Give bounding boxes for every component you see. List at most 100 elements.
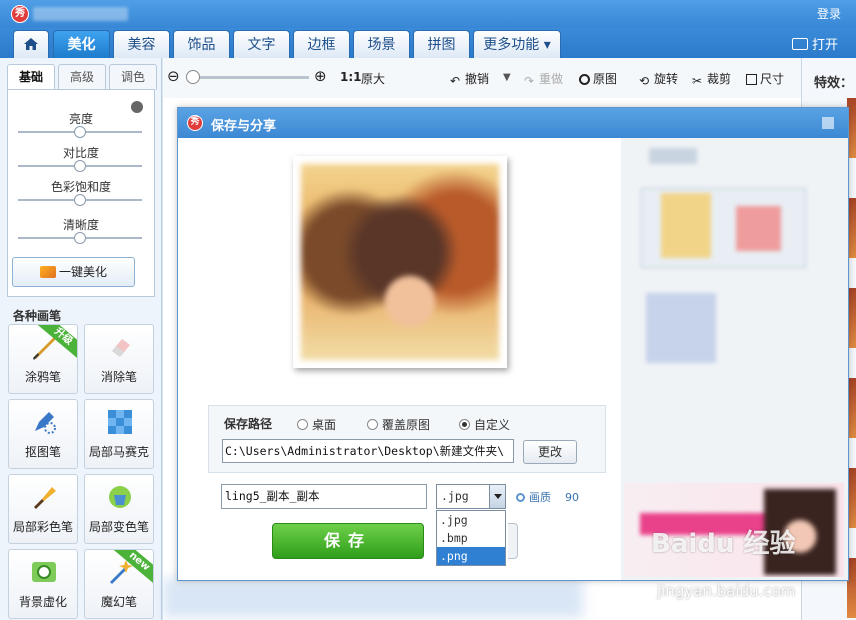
watermark-url: jingyan.baidu.com — [657, 582, 796, 600]
sharpness-label: 清晰度 — [62, 218, 99, 232]
window-title-blurred — [33, 7, 128, 21]
main-toolbar: ⊖ ⊕ 1:1 原大 ↶ 撤销 ▼ ↷ 重做 原图 ⟲ 旋转 ✂ 裁剪 尺寸 — [163, 58, 801, 98]
filename-input[interactable]: ling5_副本_副本 — [221, 484, 427, 509]
main-tab-bar: 美化 美容 饰品 文字 边框 场景 拼图 更多功能 ▾ 打开 — [0, 28, 856, 58]
format-option[interactable]: .jpg — [437, 511, 505, 529]
tab-collage[interactable]: 拼图 — [413, 30, 470, 58]
dialog-title: 保存与分享 — [211, 119, 277, 134]
rotate-icon: ⟲ — [639, 74, 650, 88]
title-bar: 秀 登录 — [0, 0, 856, 28]
app-logo-icon: 秀 — [11, 5, 29, 23]
original-size-button[interactable]: 原大 — [361, 70, 385, 87]
redo-icon: ↷ — [524, 74, 535, 88]
quality-setting[interactable]: 画质 90 — [516, 489, 579, 505]
resize-button[interactable]: 尺寸 — [746, 70, 784, 87]
background-blur-tool[interactable]: 背景虚化 — [8, 549, 78, 619]
tab-more-features[interactable]: 更多功能 ▾ — [473, 30, 561, 58]
home-icon — [24, 38, 38, 50]
magic-icon — [39, 266, 56, 278]
mosaic-icon — [108, 410, 132, 434]
zoom-slider-knob[interactable] — [186, 70, 200, 84]
zoom-in-icon[interactable]: ⊕ — [314, 67, 327, 85]
dialog-title-bar[interactable]: 秀 保存与分享 — [178, 108, 848, 138]
change-path-button[interactable]: 更改 — [523, 440, 577, 464]
tab-text[interactable]: 文字 — [233, 30, 290, 58]
slider-knob[interactable] — [74, 126, 86, 138]
close-icon[interactable] — [822, 117, 834, 129]
zoom-slider[interactable] — [186, 70, 309, 84]
subtab-color[interactable]: 调色 — [109, 64, 157, 90]
saturation-slider[interactable] — [18, 194, 142, 206]
chevron-down-icon[interactable] — [489, 485, 505, 508]
cutout-pen-icon — [35, 412, 56, 434]
slider-knob[interactable] — [74, 194, 86, 206]
blurred-thumb — [661, 193, 711, 258]
radio-overwrite[interactable]: 覆盖原图 — [367, 416, 430, 433]
effects-label: 特效： — [814, 76, 854, 91]
save-button[interactable]: 保存 — [272, 523, 424, 559]
tab-beauty[interactable]: 美容 — [113, 30, 170, 58]
undo-icon: ↶ — [450, 74, 461, 88]
local-mosaic-tool[interactable]: 局部马赛克 — [84, 399, 154, 469]
format-dropdown-list: .jpg .bmp .png — [436, 510, 506, 566]
original-image-button[interactable]: 原图 — [579, 70, 617, 87]
paint-bucket-icon — [109, 486, 131, 508]
blurred-text — [649, 148, 697, 164]
image-preview — [293, 156, 507, 368]
radio-custom[interactable]: 自定义 — [459, 416, 510, 433]
tab-decorations[interactable]: 饰品 — [173, 30, 230, 58]
adjust-subtabs: 基础 高级 调色 — [7, 64, 157, 90]
doodle-pen-tool[interactable]: 升级 涂鸦笔 — [8, 324, 78, 394]
format-option[interactable]: .png — [437, 547, 505, 565]
one-key-beautify-button[interactable]: 一键美化 — [12, 257, 135, 287]
brightness-slider[interactable] — [18, 126, 142, 138]
cutout-pen-tool[interactable]: 抠图笔 — [8, 399, 78, 469]
local-color-pen-tool[interactable]: 局部彩色笔 — [8, 474, 78, 544]
blurred-thumb — [646, 293, 716, 363]
sharpness-slider[interactable] — [18, 232, 142, 244]
folder-icon — [791, 38, 808, 50]
slider-knob[interactable] — [74, 232, 86, 244]
tab-frames[interactable]: 边框 — [293, 30, 350, 58]
tab-beautify[interactable]: 美化 — [53, 30, 110, 58]
contrast-label: 对比度 — [62, 146, 99, 160]
local-recolor-pen-tool[interactable]: 局部变色笔 — [84, 474, 154, 544]
slider-knob[interactable] — [74, 160, 86, 172]
crop-button[interactable]: ✂ 裁剪 — [692, 70, 731, 88]
eraser-icon — [112, 339, 130, 357]
format-option[interactable]: .bmp — [437, 529, 505, 547]
blur-icon — [32, 562, 56, 582]
redo-button[interactable]: ↷ 重做 — [524, 70, 563, 88]
radio-dot[interactable] — [297, 419, 308, 430]
subtab-basic[interactable]: 基础 — [7, 64, 55, 90]
radio-dot[interactable] — [367, 419, 378, 430]
eraser-pen-tool[interactable]: 消除笔 — [84, 324, 154, 394]
dialog-side-panel — [621, 138, 848, 580]
actual-ratio-label[interactable]: 1:1 — [340, 70, 362, 84]
login-link[interactable]: 登录 — [817, 5, 841, 22]
rotate-button[interactable]: ⟲ 旋转 — [639, 70, 678, 88]
magic-pen-tool[interactable]: new 魔幻笔 — [84, 549, 154, 619]
undo-button[interactable]: ↶ 撤销 — [450, 70, 489, 88]
left-panel: 基础 高级 调色 亮度 对比度 色彩饱和度 清晰度 一键美化 各种画笔 升级 涂… — [0, 58, 162, 620]
gear-icon — [516, 493, 525, 502]
contrast-slider[interactable] — [18, 160, 142, 172]
circle-icon — [579, 74, 590, 85]
tab-home[interactable] — [13, 30, 49, 58]
undo-history-dropdown[interactable]: ▼ — [503, 72, 511, 83]
subtab-advanced[interactable]: 高级 — [58, 64, 106, 90]
radio-desktop[interactable]: 桌面 — [297, 416, 336, 433]
save-path-input[interactable]: C:\Users\Administrator\Desktop\新建文件夹\ — [222, 439, 514, 463]
open-button[interactable]: 打开 — [791, 34, 838, 53]
blurred-thumb — [736, 206, 781, 251]
watermark-logo: Baidu 经验 — [651, 529, 796, 559]
canvas-blurred-strip — [163, 578, 583, 618]
tab-scenes[interactable]: 场景 — [353, 30, 410, 58]
paint-brush-icon — [34, 487, 56, 509]
zoom-out-icon[interactable]: ⊖ — [167, 67, 180, 85]
radio-dot[interactable] — [459, 419, 470, 430]
share-button[interactable] — [508, 523, 518, 559]
preview-photo — [301, 164, 499, 360]
format-select[interactable]: .jpg — [436, 484, 506, 509]
saturation-label: 色彩饱和度 — [50, 180, 111, 194]
